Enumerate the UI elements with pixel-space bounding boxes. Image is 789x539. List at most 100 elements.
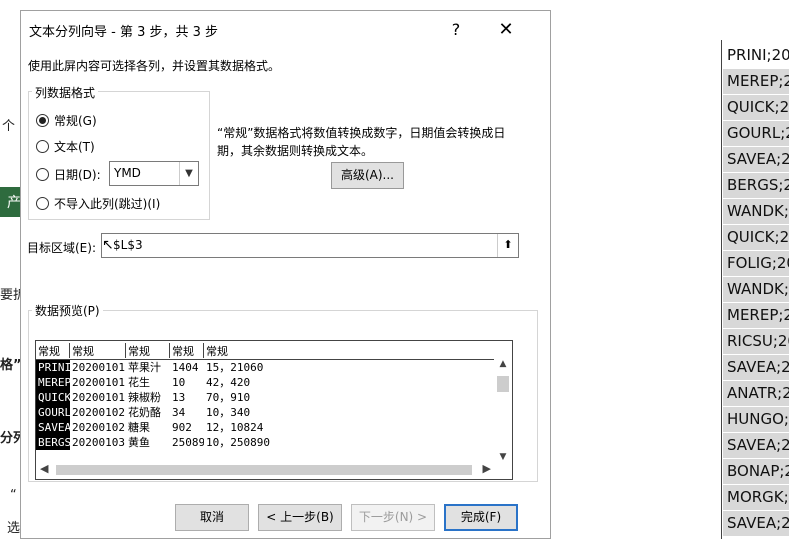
radio-label: 不导入此列(跳过)(I) bbox=[54, 197, 161, 211]
radio-unselected-icon bbox=[36, 168, 49, 181]
date-format-select[interactable]: YMD ▼ bbox=[109, 161, 199, 186]
doc-fragment: 选 bbox=[7, 521, 21, 536]
preview-header-cell[interactable]: 常规 bbox=[126, 343, 170, 358]
help-button[interactable]: ? bbox=[441, 15, 471, 45]
preview-cell: 20200101 bbox=[72, 391, 125, 404]
preview-cell: PRINI bbox=[36, 360, 70, 375]
destination-input[interactable]: ↖ $L$3 ⬆ bbox=[101, 233, 519, 258]
dialog-title: 文本分列向导 - 第 3 步，共 3 步 bbox=[29, 25, 219, 40]
sheet-cell[interactable]: ANATR;2 bbox=[723, 381, 789, 406]
preview-cell: 20200102 bbox=[72, 406, 125, 419]
preview-header-cell[interactable]: 常规 bbox=[70, 343, 126, 358]
sheet-cell[interactable]: WANDK; bbox=[723, 277, 789, 302]
data-preview-grid[interactable]: 常规 常规 常规 常规 常规 PRINI 20200101 苹果汁 1404 1… bbox=[35, 340, 513, 480]
next-button[interactable]: 下一步(N) > bbox=[351, 504, 435, 531]
cancel-button[interactable]: 取消 bbox=[175, 504, 249, 531]
sheet-cell[interactable]: MEREP;2 bbox=[723, 303, 789, 328]
preview-cell: MEREP bbox=[36, 375, 70, 390]
preview-cell: 42，420 bbox=[206, 376, 251, 389]
sheet-cell[interactable]: SAVEA;2 bbox=[723, 147, 789, 172]
preview-row: GOURL 20200102 花奶酪 34 10，340 bbox=[36, 405, 495, 420]
sheet-cell[interactable]: GOURL;2 bbox=[723, 121, 789, 146]
sheet-cell[interactable]: BERGS;2 bbox=[723, 173, 789, 198]
preview-header-cell[interactable]: 常规 bbox=[204, 343, 495, 358]
radio-unselected-icon bbox=[36, 140, 49, 153]
advanced-button[interactable]: 高级(A)... bbox=[331, 162, 404, 189]
preview-cell: 糖果 bbox=[128, 421, 150, 434]
destination-value: $L$3 bbox=[113, 238, 143, 252]
preview-cell: 花奶酪 bbox=[128, 406, 161, 419]
preview-cell: 12，10824 bbox=[206, 421, 264, 434]
preview-cell: 20200101 bbox=[72, 361, 125, 374]
preview-cell: 黄鱼 bbox=[128, 436, 150, 449]
radio-label: 文本(T) bbox=[54, 140, 95, 154]
sheet-cell[interactable]: MEREP;2 bbox=[723, 69, 789, 94]
preview-cell: 10，340 bbox=[206, 406, 251, 419]
preview-cell: BERGS bbox=[36, 435, 70, 450]
preview-cell: 10，250890 bbox=[206, 436, 270, 449]
text-to-columns-dialog: 文本分列向导 - 第 3 步，共 3 步 ? ✕ 使用此屏内容可选择各列，并设置… bbox=[20, 10, 551, 539]
background-document: 个 产 要拆 格” 分列 “ 选 bbox=[0, 0, 26, 539]
radio-skip-column[interactable]: 不导入此列(跳过)(I) bbox=[36, 195, 160, 212]
doc-fragment: “ bbox=[10, 488, 17, 503]
back-button[interactable]: < 上一步(B) bbox=[258, 504, 342, 531]
preview-cell: 902 bbox=[172, 421, 192, 434]
sheet-cell[interactable]: QUICK;2 bbox=[723, 95, 789, 120]
preview-cell: 20200102 bbox=[72, 421, 125, 434]
radio-date[interactable]: 日期(D): bbox=[36, 166, 101, 183]
scroll-right-icon[interactable]: ▶ bbox=[483, 462, 491, 475]
scrollbar-thumb[interactable] bbox=[56, 465, 472, 475]
preview-header-row: 常规 常规 常规 常规 常规 bbox=[36, 341, 495, 360]
doc-fragment: 格” bbox=[0, 358, 22, 373]
preview-header-cell[interactable]: 常规 bbox=[170, 343, 204, 358]
preview-cell: 花生 bbox=[128, 376, 150, 389]
horizontal-scrollbar[interactable]: ◀ ▶ bbox=[36, 461, 495, 479]
preview-cell: 25089 bbox=[172, 436, 204, 449]
preview-cell: 34 bbox=[172, 406, 186, 419]
preview-cell: GOURL bbox=[36, 405, 70, 420]
chevron-down-icon[interactable]: ▼ bbox=[179, 162, 198, 185]
sheet-cell[interactable]: PRINI;20 bbox=[723, 43, 789, 68]
scroll-down-icon[interactable]: ▼ bbox=[494, 452, 512, 462]
sheet-cell[interactable]: SAVEA;2 bbox=[723, 511, 789, 536]
sheet-cell[interactable]: MORGK; bbox=[723, 485, 789, 510]
radio-label: 常规(G) bbox=[54, 114, 97, 128]
scrollbar-thumb[interactable] bbox=[497, 376, 509, 392]
scroll-up-icon[interactable]: ▲ bbox=[494, 359, 512, 369]
doc-fragment: 产 bbox=[7, 195, 21, 211]
preview-row: QUICK 20200101 辣椒粉 13 70，910 bbox=[36, 390, 495, 405]
sheet-cell[interactable]: FOLIG;20 bbox=[723, 251, 789, 276]
vertical-scrollbar[interactable]: ▲ ▼ bbox=[494, 359, 512, 462]
sheet-cell[interactable]: WANDK; bbox=[723, 199, 789, 224]
sheet-cell[interactable]: SAVEA;2 bbox=[723, 433, 789, 458]
column-format-label: 列数据格式 bbox=[32, 84, 99, 101]
sheet-cell[interactable]: SAVEA;2 bbox=[723, 355, 789, 380]
preview-row: PRINI 20200101 苹果汁 1404 15，21060 bbox=[36, 360, 495, 375]
data-preview-label: 数据预览(P) bbox=[32, 302, 103, 319]
sheet-cell[interactable]: QUICK;2 bbox=[723, 225, 789, 250]
preview-row: BERGS 20200103 黄鱼 25089 10，250890 bbox=[36, 435, 495, 450]
dialog-titlebar[interactable]: 文本分列向导 - 第 3 步，共 3 步 ? ✕ bbox=[21, 11, 550, 49]
preview-cell: 20200103 bbox=[72, 436, 125, 449]
radio-unselected-icon bbox=[36, 197, 49, 210]
preview-cell: 1404 bbox=[172, 361, 199, 374]
sheet-cell[interactable]: BONAP;2 bbox=[723, 459, 789, 484]
preview-cell: 70，910 bbox=[206, 391, 251, 404]
close-button[interactable]: ✕ bbox=[491, 15, 521, 45]
radio-general[interactable]: 常规(G) bbox=[36, 112, 97, 129]
preview-header-cell[interactable]: 常规 bbox=[36, 343, 70, 358]
preview-cell: QUICK bbox=[36, 390, 70, 405]
collapse-dialog-icon[interactable]: ⬆ bbox=[497, 234, 518, 257]
sheet-cell[interactable]: HUNGO; bbox=[723, 407, 789, 432]
instruction-text: 使用此屏内容可选择各列，并设置其数据格式。 bbox=[28, 59, 281, 73]
radio-text[interactable]: 文本(T) bbox=[36, 138, 95, 155]
sheet-cell[interactable]: RICSU;20 bbox=[723, 329, 789, 354]
finish-button[interactable]: 完成(F) bbox=[444, 504, 518, 531]
preview-row: MEREP 20200101 花生 10 42，420 bbox=[36, 375, 495, 390]
preview-cell: 10 bbox=[172, 376, 186, 389]
scroll-left-icon[interactable]: ◀ bbox=[40, 462, 48, 475]
preview-cell: 20200101 bbox=[72, 376, 125, 389]
spreadsheet-column: PRINI;20 MEREP;2 QUICK;2 GOURL;2 SAVEA;2… bbox=[721, 40, 789, 539]
preview-row: SAVEA 20200102 糖果 902 12，10824 bbox=[36, 420, 495, 435]
preview-cell: 苹果汁 bbox=[128, 361, 161, 374]
